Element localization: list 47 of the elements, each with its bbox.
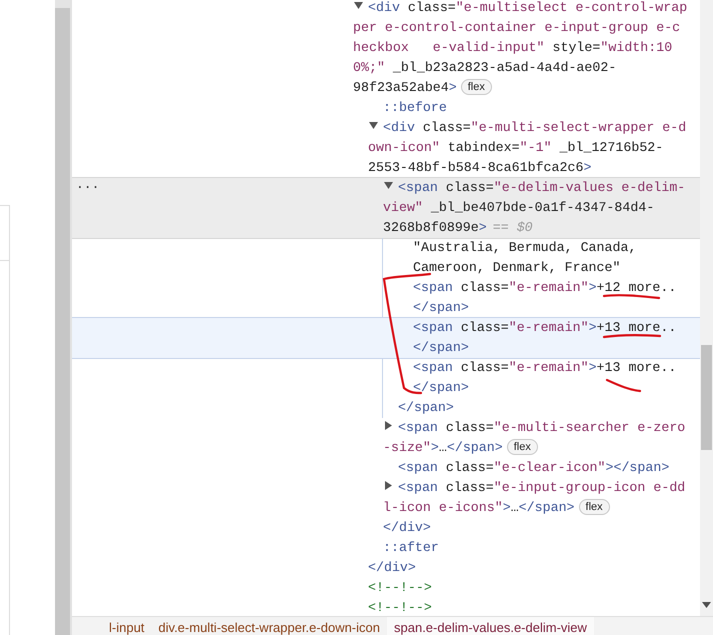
code-line: per e-control-container e-input-group e-c bbox=[353, 20, 680, 35]
code-line: own-icon" tabindex="-1" _bl_12716b52- bbox=[368, 140, 664, 155]
code-line: l-icon e-icons">…</span> bbox=[383, 500, 575, 515]
code-line: 98f23a52abe4> bbox=[353, 80, 457, 95]
scroll-down-icon[interactable] bbox=[702, 602, 711, 608]
code-line: <span class="e-delim-values e-delim- bbox=[398, 180, 686, 195]
closing-tag: </div> bbox=[368, 560, 416, 575]
code-line: Cameroon, Denmark, France" bbox=[413, 260, 620, 275]
code-line: 3268b8f0899e> bbox=[383, 220, 487, 235]
code-line: <div class="e-multiselect e-control-wrap bbox=[368, 0, 688, 15]
code-line: 2553-48bf-b584-8ca61bfca2c6> bbox=[368, 160, 592, 175]
more-actions-button[interactable]: ... bbox=[76, 178, 100, 192]
annotation-stroke bbox=[602, 334, 662, 338]
closing-tag: </div> bbox=[383, 520, 431, 535]
annotation-stroke bbox=[602, 294, 660, 300]
code-line: ::after bbox=[383, 540, 439, 555]
layout-badge[interactable]: flex bbox=[460, 79, 492, 95]
code-line: -size">…</span> bbox=[383, 440, 503, 455]
code-line: <span class="e-remain">+12 more.. bbox=[413, 280, 676, 295]
code-line: </span> bbox=[413, 380, 469, 395]
code-line: view" _bl_be407bde-0a1f-4347-84d4- bbox=[383, 200, 654, 215]
code-line: ::before bbox=[383, 100, 447, 115]
layout-badge[interactable]: flex bbox=[506, 439, 538, 455]
breadcrumb-item[interactable]: div.e-multi-select-wrapper.e-down-icon bbox=[151, 617, 387, 635]
code-line: <div class="e-multi-select-wrapper e-d bbox=[383, 120, 686, 135]
code-line: <span class="e-remain">+13 more.. bbox=[413, 320, 676, 335]
code-line: <span class="e-input-group-icon e-dd bbox=[398, 480, 686, 495]
code-line: </span> bbox=[413, 340, 469, 355]
annotation-stroke bbox=[606, 378, 642, 392]
scrollbar-thumb[interactable] bbox=[701, 345, 712, 450]
code-line: heckbox e-valid-input" style="width:10 bbox=[353, 40, 672, 55]
scrollbar[interactable] bbox=[700, 0, 713, 616]
closing-tag: </span> bbox=[398, 400, 454, 415]
code-line: 0%;" _bl_b23a2823-a5ad-4a4d-ae02- bbox=[353, 60, 616, 75]
code-line: <!--!--> bbox=[368, 580, 432, 595]
breadcrumb-item[interactable]: span.e-delim-values.e-delim-view bbox=[387, 617, 594, 635]
code-line: <!--!--> bbox=[368, 600, 432, 615]
console-reference: == $0 bbox=[492, 220, 533, 235]
breadcrumb-item[interactable]: l-input bbox=[102, 617, 152, 635]
code-line: <span class="e-clear-icon"></span> bbox=[398, 460, 670, 475]
code-line: "Australia, Bermuda, Canada, bbox=[413, 240, 636, 255]
code-line: </span> bbox=[413, 300, 469, 315]
hovered-node-row[interactable]: <span class="e-remain">+13 more.. </span> bbox=[72, 317, 700, 359]
code-line: <span class="e-remain">+13 more.. bbox=[413, 360, 676, 375]
selected-node-row[interactable]: ... <span class="e-delim-values e-delim- view" _bl_be407bde-0a1f-4347-84d4- 3268b8f0899e> == $0 bbox=[72, 177, 700, 239]
layout-badge[interactable]: flex bbox=[578, 499, 610, 515]
code-line: <span class="e-multi-searcher e-zero bbox=[398, 420, 686, 435]
